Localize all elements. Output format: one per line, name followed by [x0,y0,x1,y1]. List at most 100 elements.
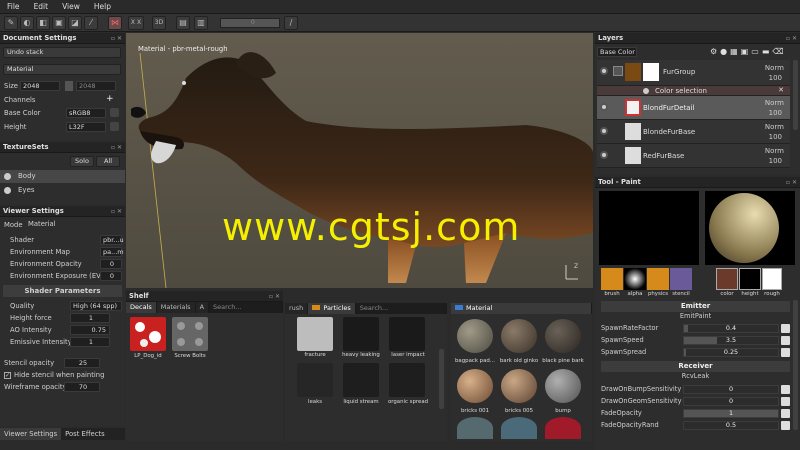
edit-icon[interactable] [781,421,790,430]
base-color-format[interactable]: sRGB8 [66,108,106,118]
zoom-slider[interactable]: 0 [220,18,280,28]
size-field[interactable]: 2048 [20,81,60,91]
env-exposure-field[interactable]: 0 [100,271,122,281]
decal-thumb-lp-dog[interactable] [130,317,166,351]
layer-redfurbase[interactable]: RedFurBase Norm 100 [597,144,790,168]
emitter-header[interactable]: Emitter [601,301,790,312]
wireframe-opacity-field[interactable]: 70 [64,382,100,392]
layer-opacity[interactable]: 100 [769,74,782,82]
layer-furgroup[interactable]: FurGroup Norm 100 [597,60,790,86]
material-thumb[interactable] [545,319,581,353]
visibility-icon[interactable] [600,67,608,75]
material-thumb[interactable] [501,319,537,353]
shader-field[interactable]: pbr...u [100,235,124,245]
edit-icon[interactable] [781,385,790,394]
env-opacity-field[interactable]: 0 [100,259,122,269]
layer-opacity[interactable]: 100 [769,157,782,165]
geometry-icon[interactable]: ▣ [52,16,66,30]
symmetry-icon[interactable]: ⋈ [108,16,122,30]
particle-thumb[interactable] [297,363,333,397]
menu-view[interactable]: View [55,2,87,11]
material-thumb[interactable] [545,417,581,439]
menu-edit[interactable]: Edit [27,2,56,11]
material-thumb[interactable] [457,369,493,403]
edit-icon[interactable] [781,397,790,406]
picker-icon[interactable]: ⁄ [84,16,98,30]
eraser-icon[interactable]: ◐ [20,16,34,30]
view-3d-button[interactable]: 3D [152,16,166,30]
tab-materials[interactable]: Materials [157,302,196,313]
size-field-2[interactable]: 2048 [76,81,116,91]
layer-blend[interactable]: Norm [765,123,784,131]
hide-stencil-checkbox[interactable]: ✓ [4,372,11,379]
undo-stack-button[interactable]: Undo stack [3,47,121,58]
prop-slider[interactable]: 0.4 [683,324,779,333]
visibility-icon[interactable] [600,127,608,135]
particle-thumb[interactable] [297,317,333,351]
height-slot[interactable] [739,268,761,290]
lock-icon[interactable] [65,81,73,91]
layer-opacity[interactable]: 100 [769,109,782,117]
rough-slot[interactable] [762,268,782,290]
projection-icon[interactable]: ◧ [36,16,50,30]
physics-slot[interactable] [647,268,669,290]
textureset-item-body[interactable]: Body [0,170,125,183]
prop-slider[interactable]: 0 [683,397,779,406]
screenshot-icon[interactable]: ▥ [194,16,208,30]
edit-icon[interactable] [781,324,790,333]
material-thumb[interactable] [501,417,537,439]
visibility-icon[interactable] [4,173,11,180]
tab-material[interactable]: Material [451,303,592,314]
menu-help[interactable]: Help [87,2,118,11]
layer-blondfurdetail[interactable]: BlondFurDetail Norm 100 [597,96,790,120]
decal-thumb-screw-bolts[interactable] [172,317,208,351]
color-slot[interactable] [716,268,738,290]
all-button[interactable]: All [96,156,120,167]
envmap-field[interactable]: pa...m [100,247,124,257]
alpha-slot[interactable] [624,268,646,290]
layers-scrollbar[interactable] [793,60,798,130]
particles-scrollbar[interactable] [439,349,444,409]
add-channel-icon[interactable]: + [106,95,115,104]
solo-button[interactable]: Solo [70,156,94,167]
visibility-icon[interactable] [600,151,608,159]
effect-color-selection[interactable]: Color selection ✕ [597,86,790,96]
folder-icon[interactable] [613,66,623,76]
material-thumb[interactable] [501,369,537,403]
textureset-item-eyes[interactable]: Eyes [0,184,125,197]
ao-intensity-field[interactable]: 0.75 [70,325,110,335]
axis-button[interactable]: X X [128,16,144,30]
tab-brush[interactable]: rush [285,303,309,314]
stencil-opacity-field[interactable]: 25 [64,358,100,368]
receiver-header[interactable]: Receiver [601,361,790,372]
emissive-field[interactable]: 1 [70,337,110,347]
tool-scrollbar[interactable] [793,300,798,430]
mode-value[interactable]: Material [28,220,56,228]
stencil-slot[interactable] [670,268,692,290]
brush-slot[interactable] [601,268,623,290]
material-thumb[interactable] [545,369,581,403]
camera-icon[interactable]: ▤ [176,16,190,30]
layer-tools-icons[interactable]: ⚙●▦▣▭▬⌫ [710,47,787,56]
particle-thumb[interactable] [343,317,379,351]
tab-post-effects[interactable]: Post Effects [61,428,108,440]
layer-opacity[interactable]: 100 [769,133,782,141]
remove-channel-icon[interactable] [110,122,119,131]
height-format[interactable]: L32F [66,122,106,132]
channel-select[interactable]: Base Color [597,47,637,57]
prop-slider[interactable]: 3.5 [683,336,779,345]
menu-file[interactable]: File [0,2,27,11]
particle-thumb[interactable] [389,317,425,351]
shelf-search[interactable]: Search... [209,302,283,313]
layer-blend[interactable]: Norm [765,64,784,72]
prop-slider[interactable]: 0.5 [683,421,779,430]
tab-viewer-settings[interactable]: Viewer Settings [0,428,62,440]
edit-icon[interactable] [781,409,790,418]
particles-search[interactable]: Search... [355,303,447,314]
visibility-icon[interactable] [600,103,608,111]
edit-icon[interactable] [781,336,790,345]
height-force-field[interactable]: 1 [70,313,110,323]
layer-blend[interactable]: Norm [765,99,784,107]
layer-blondefurbase[interactable]: BlondeFurBase Norm 100 [597,120,790,144]
close-icon[interactable]: ✕ [778,86,784,94]
